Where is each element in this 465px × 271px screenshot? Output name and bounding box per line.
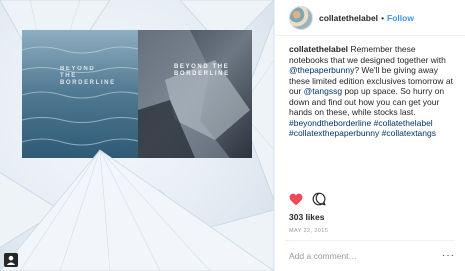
post-date: MAY 22, 2015	[289, 228, 329, 234]
caption: collatethelabel Remember these notebooks…	[275, 36, 465, 163]
separator-dot: •	[381, 12, 385, 23]
divider	[285, 240, 455, 241]
hashtag-collatethelabel[interactable]: #collatethelabel	[374, 118, 433, 128]
post-photo[interactable]: BEYOND THE BORDERLINE BEYOND THE BORDERL…	[0, 0, 274, 271]
post-header: collatethelabel • Follow	[275, 0, 465, 36]
hashtag-collatexthepaperbunny[interactable]: #collatexthepaperbunny	[289, 128, 379, 138]
right-notebook-title: BEYOND THE BORDERLINE	[174, 64, 230, 77]
hashtag-beyondtheborderline[interactable]: #beyondtheborderline	[289, 118, 371, 128]
mention-tangssg[interactable]: @tangssg	[304, 86, 342, 96]
user-tag-icon[interactable]	[4, 253, 18, 267]
photo-illustration	[0, 0, 274, 271]
username[interactable]: collatethelabel	[319, 13, 378, 23]
likes-count[interactable]: 303 likes	[289, 212, 324, 222]
mention-thepaperbunny[interactable]: @thepaperbunny	[289, 65, 354, 75]
post-actions	[289, 192, 326, 206]
left-notebook-title: BEYOND THE BORDERLINE	[60, 66, 116, 86]
caption-author[interactable]: collatethelabel	[289, 44, 348, 54]
comment-bubble-icon[interactable]	[312, 192, 326, 206]
post-info-panel: collatethelabel • Follow collatethelabel…	[274, 0, 465, 271]
hashtag-collatextangs[interactable]: #collatextangs	[382, 128, 436, 138]
avatar[interactable]	[289, 5, 313, 30]
more-options-icon[interactable]: ···	[442, 250, 455, 261]
heart-icon[interactable]	[289, 193, 303, 206]
comment-input[interactable]	[289, 251, 439, 261]
follow-button[interactable]: Follow	[387, 13, 414, 23]
